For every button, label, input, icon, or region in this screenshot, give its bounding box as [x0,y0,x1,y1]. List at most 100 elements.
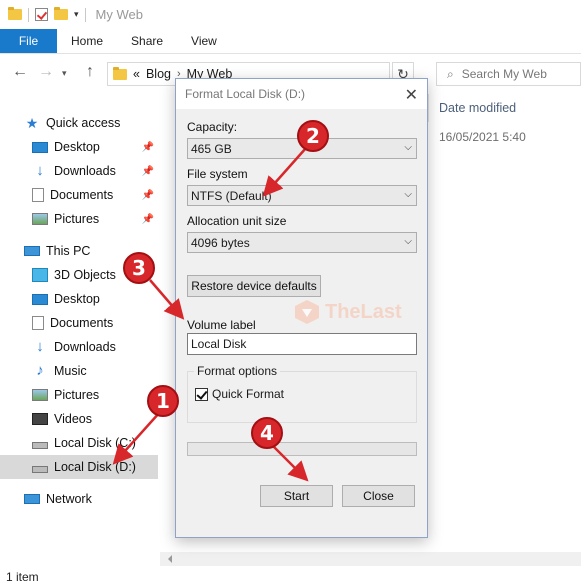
sidebar-item-pictures[interactable]: Pictures 📌 [0,207,158,231]
sidebar-item-label: Network [46,492,92,506]
sidebar-item-videos[interactable]: Videos [0,407,158,431]
allocation-unit-value: 4096 bytes [191,235,250,250]
tab-file[interactable]: File [0,29,57,53]
title-bar: ▾ My Web [0,0,581,29]
quick-format-label: Quick Format [212,387,285,401]
status-bar-item-count: 1 item [6,570,39,584]
sidebar-item-local-disk-d[interactable]: Local Disk (D:) [0,455,158,479]
format-options-group: Format options Quick Format [187,364,417,423]
pin-icon: 📌 [141,213,154,225]
dialog-title: Format Local Disk (D:) [185,87,306,101]
sidebar-item-quick-access[interactable]: ★ Quick access [0,111,158,135]
recent-locations-icon[interactable]: ▾ [62,68,67,79]
sidebar-item-music[interactable]: ♪ Music [0,359,158,383]
folder-icon [113,66,127,80]
quick-format-checkbox[interactable]: Quick Format [195,387,284,401]
horizontal-scrollbar[interactable] [160,552,581,566]
step-badge-4: 4 [251,417,283,449]
forward-arrow-icon[interactable]: → [38,63,54,81]
customize-dropdown-icon[interactable]: ▾ [74,9,79,20]
desktop-icon [32,141,48,153]
capacity-label: Capacity: [187,120,238,134]
pin-icon: 📌 [141,189,154,201]
toolbar-divider [84,7,86,22]
quick-access-toolbar: ▾ [0,7,86,22]
computer-icon [24,246,40,256]
sidebar-item-label: Documents [50,188,114,202]
chevron-down-icon: ⌵ [404,142,412,153]
breadcrumb-blog[interactable]: Blog [146,67,171,81]
network-icon [24,494,40,504]
filesystem-select[interactable]: NTFS (Default) ⌵ [187,185,417,206]
tab-share[interactable]: Share [117,29,177,53]
star-icon: ★ [25,115,39,131]
new-folder-icon[interactable] [54,7,68,20]
sidebar-item-downloads[interactable]: ↓ Downloads 📌 [0,159,158,183]
sidebar-item-label: Local Disk (D:) [54,460,136,474]
column-header-date-modified[interactable]: Date modified [428,94,581,122]
watermark: TheLast [293,298,402,326]
filesystem-value: NTFS (Default) [191,188,272,203]
close-icon[interactable]: ✕ [405,85,418,105]
up-arrow-icon[interactable]: ↑ [86,63,94,81]
pictures-icon [32,389,48,401]
watermark-text: TheLast [325,300,402,323]
search-input[interactable]: ⌕ Search My Web [436,62,581,86]
sidebar-item-label: Pictures [54,388,100,402]
watermark-logo-icon [295,300,319,324]
sidebar-item-desktop[interactable]: Desktop [0,287,158,311]
sidebar-item-pictures[interactable]: Pictures [0,383,158,407]
cube-icon [32,268,48,282]
capacity-value: 465 GB [191,141,232,156]
window-title: My Web [95,7,143,22]
dialog-title-bar: Format Local Disk (D:) ✕ [176,79,427,109]
navigation-pane: ★ Quick access Desktop 📌 ↓ Downloads 📌 D… [0,104,158,559]
restore-defaults-button[interactable]: Restore device defaults [187,275,321,297]
sidebar-item-documents[interactable]: Documents 📌 [0,183,158,207]
sidebar-item-label: Downloads [54,340,116,354]
drive-icon [32,466,48,473]
sidebar-item-desktop[interactable]: Desktop 📌 [0,135,158,159]
sidebar-item-downloads[interactable]: ↓ Downloads [0,335,158,359]
sidebar-item-label: Music [54,364,87,378]
document-icon [32,188,44,202]
search-icon: ⌕ [447,66,454,81]
ribbon-tabs: File Home Share View [0,29,581,54]
filesystem-label: File system [187,167,248,181]
format-progress-bar [187,442,417,456]
properties-check-icon[interactable] [35,8,48,21]
start-button[interactable]: Start [260,485,333,507]
film-icon [32,413,48,425]
close-button[interactable]: Close [342,485,415,507]
sidebar-item-local-disk-c[interactable]: Local Disk (C:) [0,431,158,455]
tab-home[interactable]: Home [57,29,117,53]
sidebar-item-label: Documents [50,316,114,330]
sidebar-item-label: 3D Objects [54,268,116,282]
tab-view[interactable]: View [177,29,231,53]
back-arrow-icon[interactable]: ← [12,63,28,81]
pin-icon: 📌 [141,141,154,153]
pictures-icon [32,213,48,225]
chevron-down-icon: ⌵ [404,189,412,200]
chevron-down-icon: ⌵ [404,236,412,247]
sidebar-item-network[interactable]: Network [0,487,158,511]
allocation-unit-select[interactable]: 4096 bytes ⌵ [187,232,417,253]
step-badge-1: 1 [147,385,179,417]
sidebar-item-documents[interactable]: Documents [0,311,158,335]
checkbox-checked-icon[interactable] [195,387,208,401]
sidebar-item-label: This PC [46,244,91,258]
folder-icon [8,7,22,20]
desktop-icon [32,293,48,305]
volume-label-input[interactable]: Local Disk [187,333,417,355]
breadcrumb-overflow[interactable]: « [133,67,140,81]
row-date-modified: 16/05/2021 5:40 [439,130,526,144]
step-badge-3: 3 [123,252,155,284]
format-options-label: Format options [194,364,281,378]
sidebar-item-label: Desktop [54,292,100,306]
sidebar-item-label: Videos [54,412,92,426]
download-icon: ↓ [36,162,44,179]
sidebar-item-label: Quick access [46,116,121,130]
document-icon [32,316,44,330]
step-badge-2: 2 [297,120,329,152]
sidebar-item-label: Downloads [54,164,116,178]
